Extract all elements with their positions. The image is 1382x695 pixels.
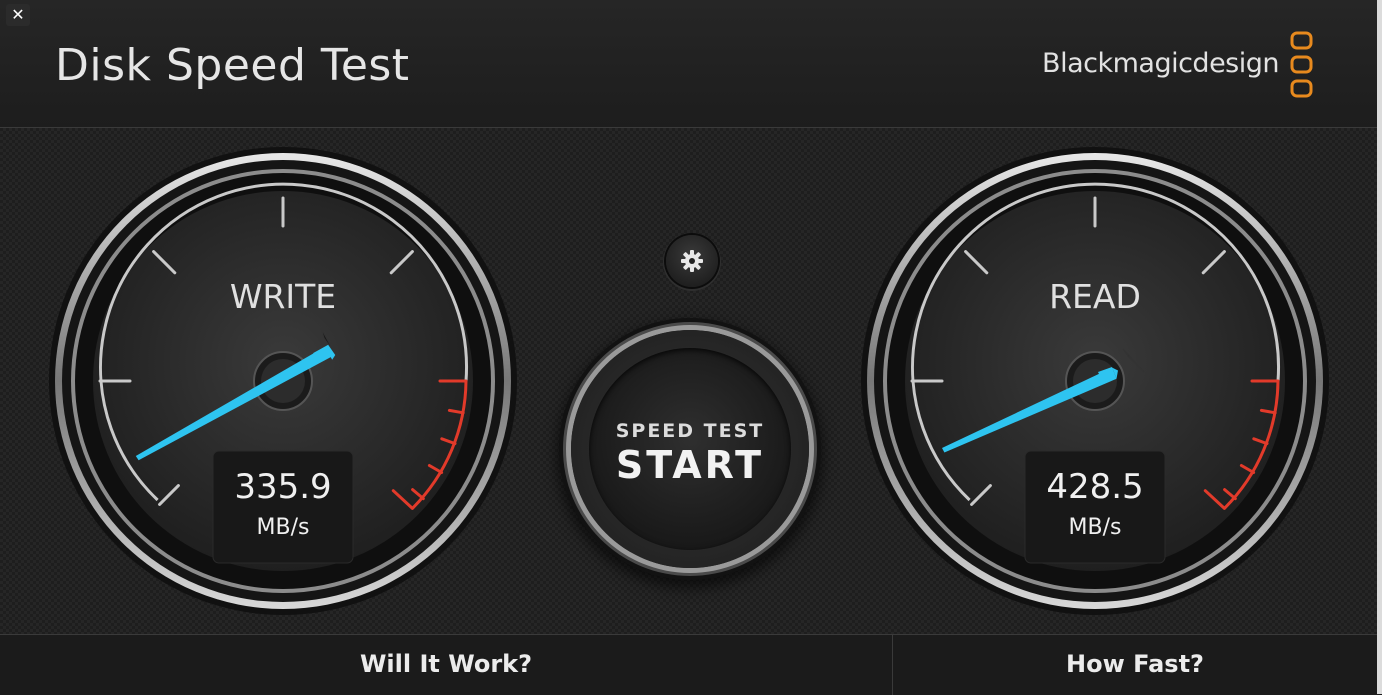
start-button-label: START bbox=[615, 443, 765, 487]
write-value: 335.9 bbox=[234, 467, 331, 507]
close-icon: ✕ bbox=[11, 5, 25, 24]
settings-button[interactable] bbox=[666, 235, 718, 287]
start-button-subtitle: SPEED TEST bbox=[615, 420, 765, 442]
window-edge bbox=[1377, 0, 1382, 694]
title-bar: ✕ Disk Speed Test Blackmagicdesign bbox=[0, 0, 1382, 128]
gear-icon bbox=[681, 250, 703, 272]
close-button[interactable]: ✕ bbox=[6, 4, 30, 26]
app-title: Disk Speed Test bbox=[55, 40, 410, 91]
start-button[interactable]: SPEED TEST START bbox=[571, 330, 809, 568]
write-unit: MB/s bbox=[257, 515, 310, 540]
how-fast-button[interactable]: How Fast? bbox=[893, 635, 1377, 695]
blackmagic-logo-icon bbox=[1290, 31, 1313, 98]
write-label: WRITE bbox=[230, 277, 336, 316]
read-unit: MB/s bbox=[1069, 515, 1122, 540]
will-it-work-button[interactable]: Will It Work? bbox=[0, 635, 893, 695]
read-value: 428.5 bbox=[1046, 467, 1143, 507]
brand-name: Blackmagicdesign bbox=[1042, 48, 1279, 79]
write-gauge: WRITE 335.9 MB/s bbox=[49, 147, 517, 615]
disk-speed-test-window: ✕ Disk Speed Test Blackmagicdesign WRITE… bbox=[0, 0, 1382, 695]
footer-bar: Will It Work? How Fast? bbox=[0, 634, 1382, 695]
read-gauge: READ 428.5 MB/s bbox=[861, 147, 1329, 615]
read-label: READ bbox=[1049, 277, 1141, 316]
